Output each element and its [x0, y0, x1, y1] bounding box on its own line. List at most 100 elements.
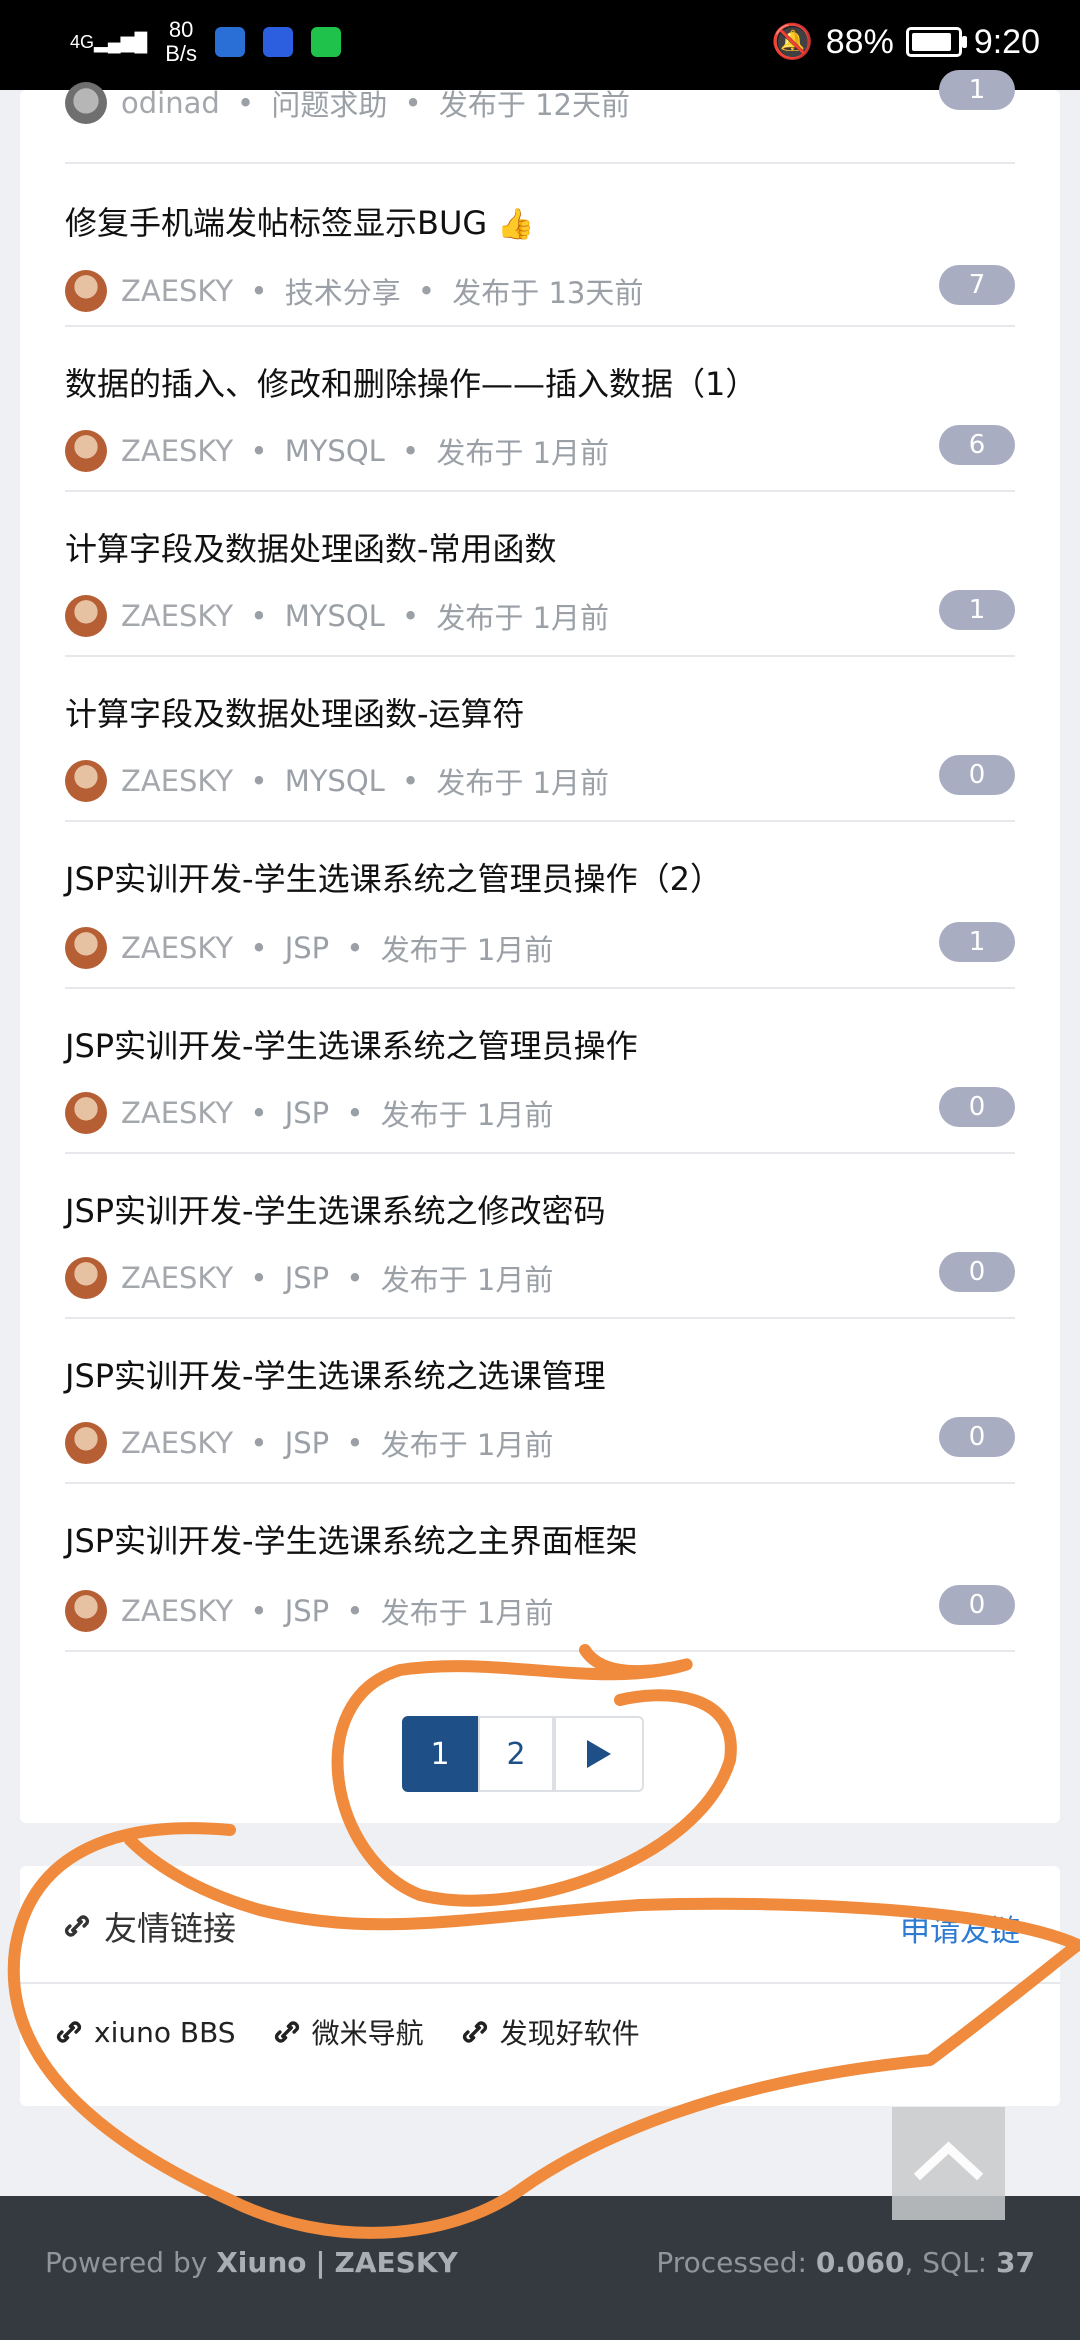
thread-title[interactable]: JSP实训开发-学生选课系统之管理员操作 [65, 1021, 638, 1067]
page-2-button[interactable]: 2 [478, 1716, 554, 1792]
friend-link[interactable]: xiuno BBS [52, 2012, 236, 2052]
mute-bell-icon: 🔕 [771, 23, 814, 61]
reply-count-badge: 6 [939, 425, 1015, 465]
thread-title[interactable]: JSP实训开发-学生选课系统之选课管理 [65, 1351, 606, 1397]
friend-link[interactable]: 发现好软件 [458, 2012, 640, 2052]
thread-title[interactable]: 修复手机端发帖标签显示BUG 👍 [65, 198, 535, 244]
thread-category[interactable]: 问题求助 [271, 82, 387, 124]
avatar[interactable] [65, 760, 107, 802]
reply-count-badge: 0 [939, 1417, 1015, 1457]
avatar[interactable] [65, 1257, 107, 1299]
thread-date: 发布于 1月前 [380, 1263, 554, 1297]
thread-row[interactable]: JSP实训开发-学生选课系统之管理员操作（2） ZAESKY • JSP • 发… [65, 820, 1015, 989]
avatar[interactable] [65, 1092, 107, 1134]
thread-title[interactable]: JSP实训开发-学生选课系统之主界面框架 [65, 1516, 638, 1562]
pagination: 1 2 [402, 1716, 644, 1792]
battery-icon [905, 27, 967, 57]
thread-date: 发布于 1月前 [436, 766, 610, 800]
thread-title[interactable]: 计算字段及数据处理函数-运算符 [65, 689, 525, 735]
thread-row[interactable]: 数据的插入、修改和删除操作——插入数据（1） ZAESKY • MYSQL • … [65, 325, 1015, 492]
avatar[interactable] [65, 82, 107, 124]
thread-category[interactable]: 技术分享 [285, 270, 401, 312]
thread-author[interactable]: odinad [121, 86, 220, 120]
thread-date: 发布于 1月前 [380, 1098, 554, 1132]
thread-list: odinad • 问题求助 • 发布于 12天前 1 修复手机端发帖标签显示BU… [20, 70, 1060, 1823]
thread-author[interactable]: ZAESKY [121, 434, 233, 468]
thread-meta: ZAESKY • JSP • 发布于 1月前 [65, 1092, 553, 1134]
reply-count-badge: 0 [939, 1252, 1015, 1292]
thread-author[interactable]: ZAESKY [121, 1096, 233, 1130]
thread-title[interactable]: 数据的插入、修改和删除操作——插入数据（1） [65, 359, 757, 405]
thread-author[interactable]: ZAESKY [121, 274, 233, 308]
next-page-button[interactable] [554, 1716, 644, 1792]
thread-meta: ZAESKY • MYSQL • 发布于 1月前 [65, 595, 609, 637]
thread-author[interactable]: ZAESKY [121, 1261, 233, 1295]
thread-author[interactable]: ZAESKY [121, 764, 233, 798]
thread-row[interactable]: JSP实训开发-学生选课系统之修改密码 ZAESKY • JSP • 发布于 1… [65, 1152, 1015, 1319]
thread-author[interactable]: ZAESKY [121, 1594, 233, 1628]
friend-link[interactable]: 微米导航 [270, 2012, 424, 2052]
footer-stats: Processed: 0.060, SQL: 37 [656, 2246, 1035, 2279]
link-icon [64, 1915, 90, 1937]
avatar[interactable] [65, 927, 107, 969]
thread-category[interactable]: JSP [285, 931, 329, 965]
thread-date: 发布于 13天前 [452, 276, 644, 310]
back-to-top-button[interactable] [892, 2107, 1005, 2220]
thread-category[interactable]: JSP [285, 1096, 329, 1130]
thread-date: 发布于 1月前 [380, 1428, 554, 1462]
thread-category[interactable]: MYSQL [285, 434, 385, 468]
thread-author[interactable]: ZAESKY [121, 931, 233, 965]
footer-brand-link[interactable]: Xiuno [216, 2246, 306, 2279]
reply-count-badge: 7 [939, 265, 1015, 305]
thread-category[interactable]: JSP [285, 1261, 329, 1295]
thread-row[interactable]: 修复手机端发帖标签显示BUG 👍 ZAESKY • 技术分享 • 发布于 13天… [65, 162, 1015, 327]
footer-site-link[interactable]: ZAESKY [335, 2246, 458, 2279]
thread-category[interactable]: JSP [285, 1426, 329, 1460]
avatar[interactable] [65, 1590, 107, 1632]
baidu-app-icon [263, 27, 294, 57]
thread-author[interactable]: ZAESKY [121, 599, 233, 633]
reply-count-badge: 0 [939, 755, 1015, 795]
thread-meta: ZAESKY • JSP • 发布于 1月前 [65, 1590, 553, 1632]
next-arrow-icon [587, 1740, 611, 1768]
thread-title[interactable]: 计算字段及数据处理函数-常用函数 [65, 524, 557, 570]
thread-meta: ZAESKY • 技术分享 • 发布于 13天前 [65, 270, 643, 312]
thread-row[interactable]: JSP实训开发-学生选课系统之管理员操作 ZAESKY • JSP • 发布于 … [65, 987, 1015, 1154]
signal-icon: 4G▂▄▆█ [70, 32, 148, 52]
thread-meta: ZAESKY • MYSQL • 发布于 1月前 [65, 760, 609, 802]
iqiyi-app-icon [311, 27, 342, 57]
thread-category[interactable]: JSP [285, 1594, 329, 1628]
thread-date: 发布于 1月前 [380, 1596, 554, 1630]
friend-links-title: 友情链接 [60, 1902, 236, 1950]
avatar[interactable] [65, 430, 107, 472]
reply-count-badge: 1 [939, 70, 1015, 110]
thread-row[interactable]: 计算字段及数据处理函数-常用函数 ZAESKY • MYSQL • 发布于 1月… [65, 490, 1015, 657]
thread-row[interactable]: JSP实训开发-学生选课系统之主界面框架 ZAESKY • JSP • 发布于 … [65, 1482, 1015, 1652]
avatar[interactable] [65, 1422, 107, 1464]
link-icon [56, 2021, 82, 2043]
thumbs-up-icon: 👍 [497, 207, 535, 242]
thread-title[interactable]: JSP实训开发-学生选课系统之管理员操作（2） [65, 854, 722, 900]
apply-link-button[interactable]: 申请友链 [900, 1906, 1020, 1950]
thread-meta: ZAESKY • JSP • 发布于 1月前 [65, 927, 553, 969]
thread-category[interactable]: MYSQL [285, 764, 385, 798]
footer-powered-by: Powered by Xiuno | ZAESKY [45, 2246, 458, 2279]
thread-date: 发布于 1月前 [436, 436, 610, 470]
network-speed: 80 B/s [165, 17, 198, 66]
link-icon [462, 2021, 487, 2043]
thread-row[interactable]: odinad • 问题求助 • 发布于 12天前 1 [65, 70, 1015, 164]
thread-date: 发布于 12天前 [438, 88, 631, 122]
avatar[interactable] [65, 595, 107, 637]
clock: 9:20 [973, 22, 1040, 61]
friend-links-header: 友情链接 申请友链 [20, 1866, 1060, 1984]
page-1-button[interactable]: 1 [402, 1716, 478, 1792]
thread-title[interactable]: JSP实训开发-学生选课系统之修改密码 [65, 1186, 606, 1232]
shield-app-icon [215, 27, 246, 57]
thread-category[interactable]: MYSQL [285, 599, 385, 633]
thread-meta: ZAESKY • JSP • 发布于 1月前 [65, 1422, 553, 1464]
avatar[interactable] [65, 270, 107, 312]
thread-row[interactable]: JSP实训开发-学生选课系统之选课管理 ZAESKY • JSP • 发布于 1… [65, 1317, 1015, 1484]
thread-author[interactable]: ZAESKY [121, 1426, 233, 1460]
thread-row[interactable]: 计算字段及数据处理函数-运算符 ZAESKY • MYSQL • 发布于 1月前… [65, 655, 1015, 822]
chevron-up-icon [913, 2141, 984, 2181]
